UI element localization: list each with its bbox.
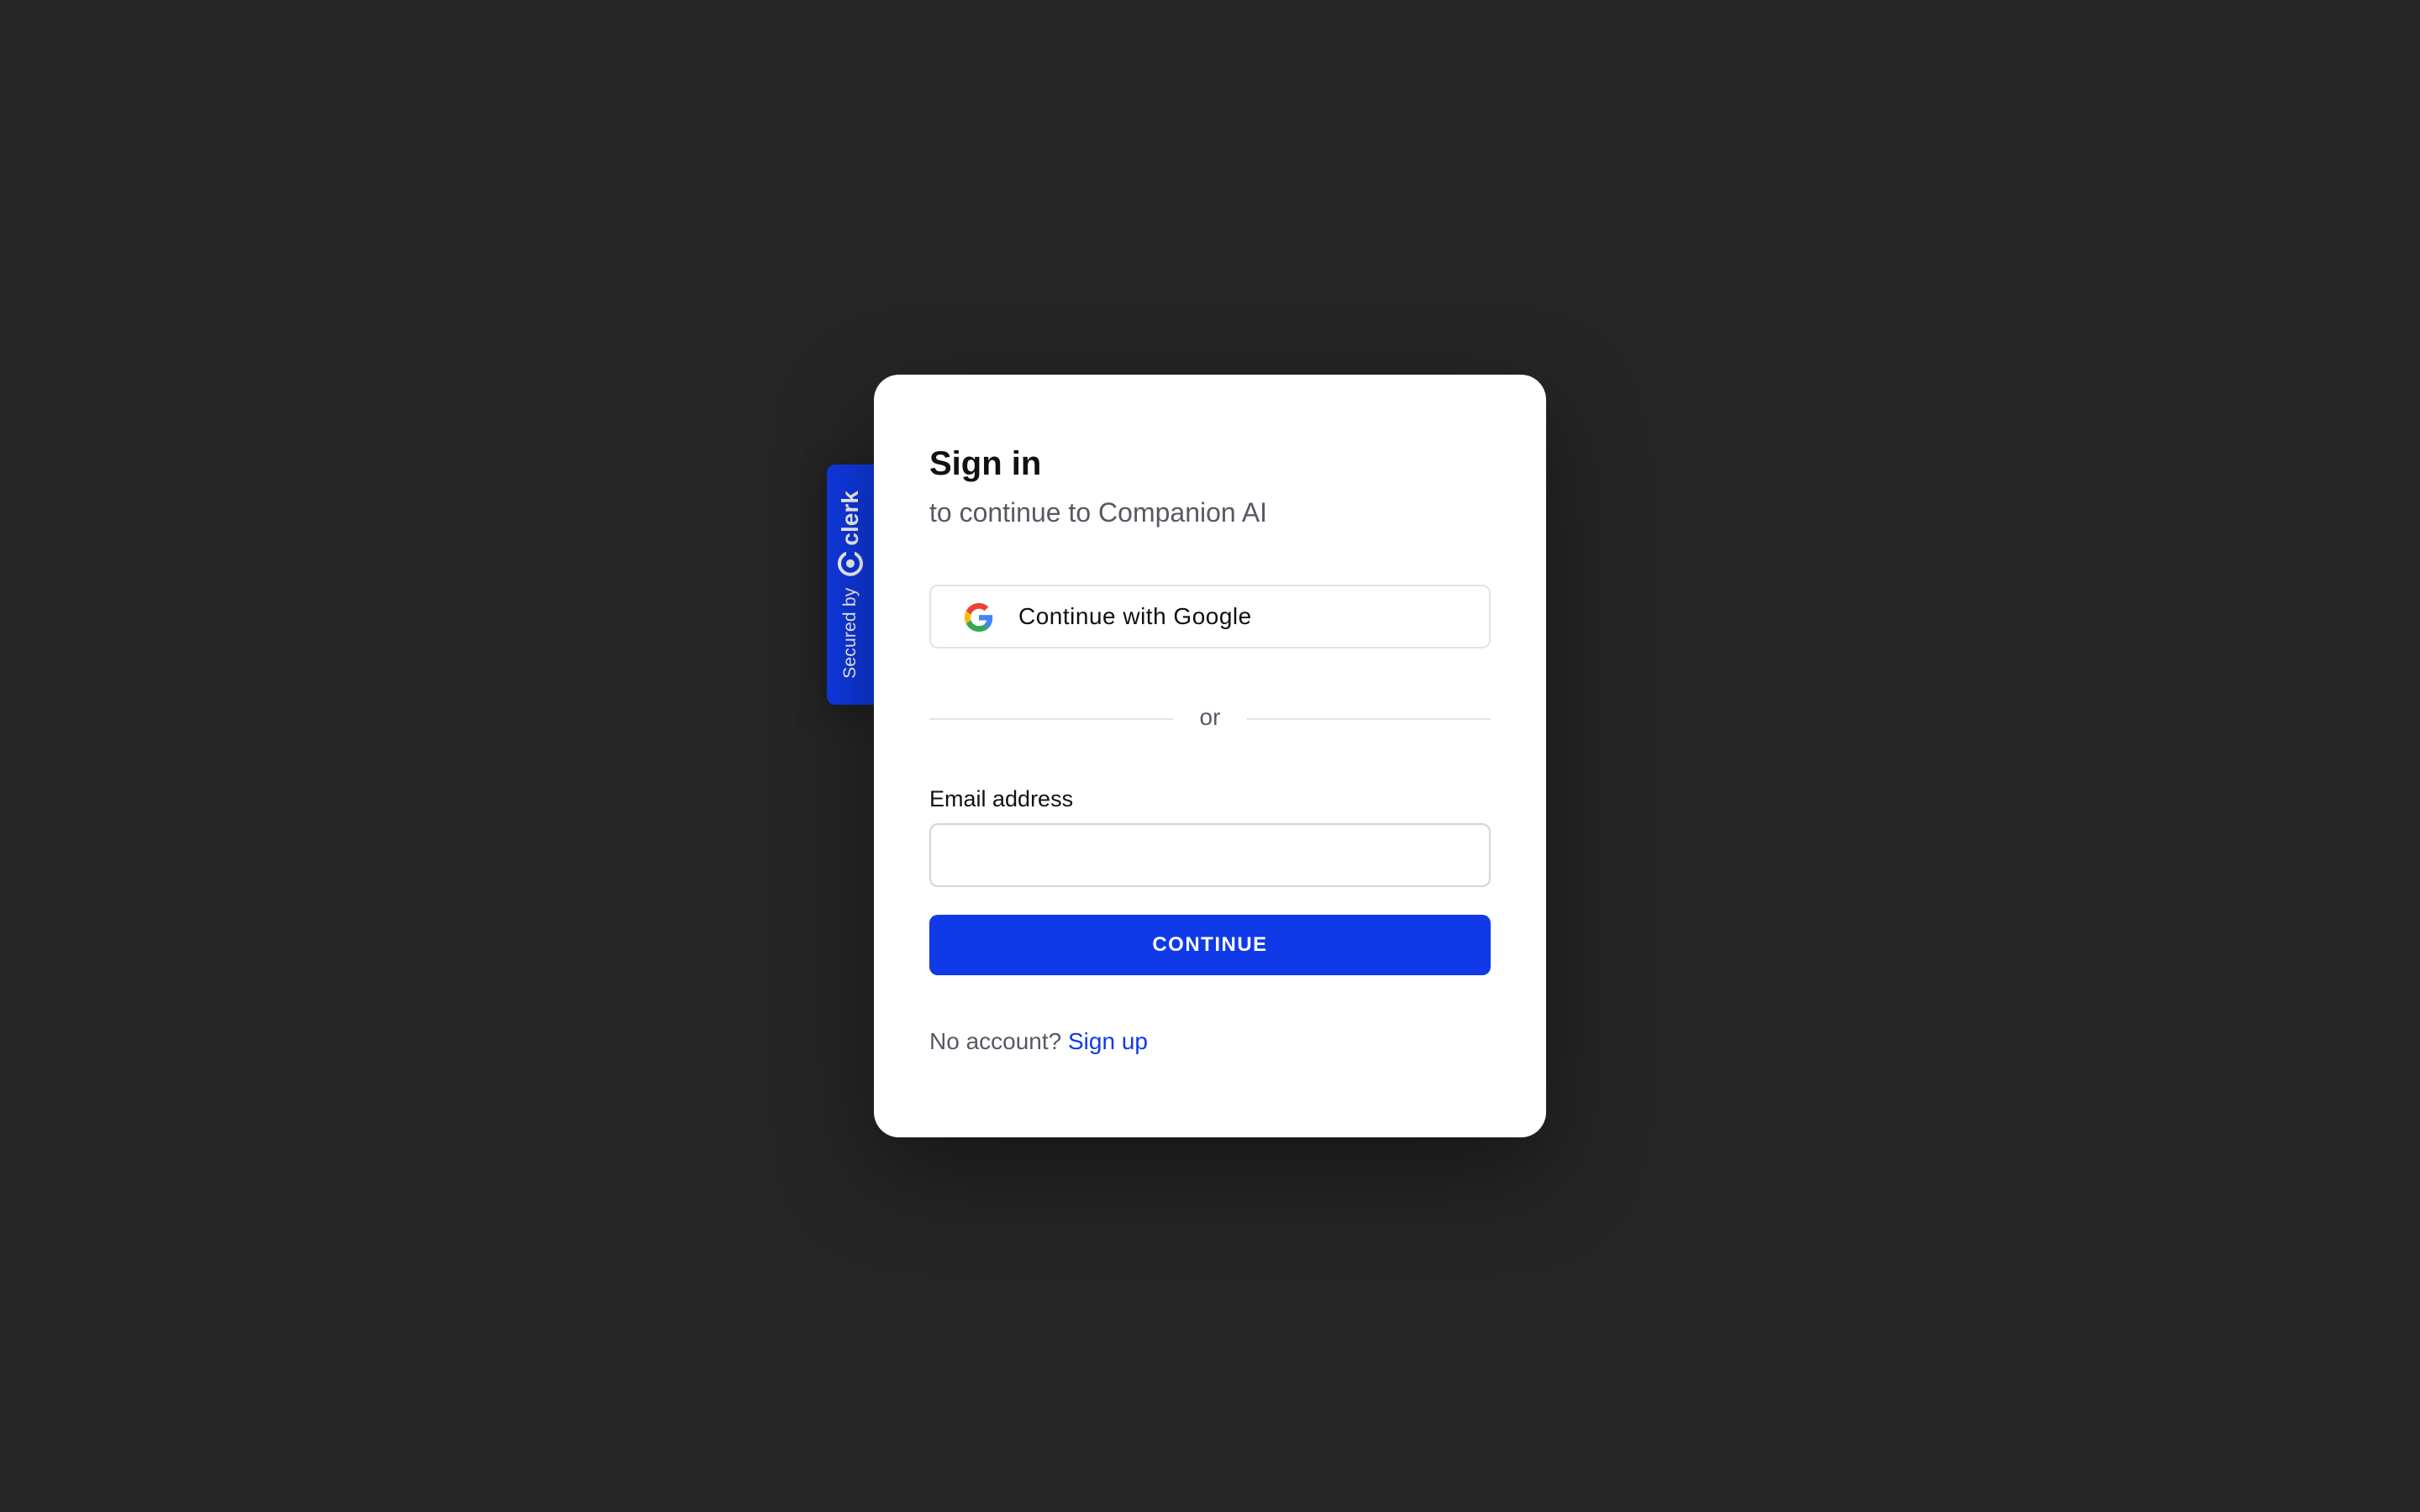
page: Secured by clerk Sign in to continue to … xyxy=(0,0,2420,1512)
sign-up-link[interactable]: Sign up xyxy=(1068,1028,1148,1054)
secured-by-clerk-badge[interactable]: Secured by clerk xyxy=(827,465,874,705)
google-icon xyxy=(965,603,993,632)
divider-text: or xyxy=(1199,704,1221,730)
email-label: Email address xyxy=(929,786,1074,811)
badge-brand-text: clerk xyxy=(837,491,863,546)
sign-in-card: Sign in to continue to Companion AI Cont… xyxy=(874,375,1546,1137)
page-title: Sign in xyxy=(929,445,1042,482)
sign-up-prompt: No account? Sign up xyxy=(929,1028,1148,1055)
page-subtitle: to continue to Companion AI xyxy=(929,497,1268,528)
no-account-text: No account? xyxy=(929,1028,1062,1054)
email-field[interactable] xyxy=(929,823,1491,887)
clerk-logo-icon xyxy=(838,550,863,576)
badge-content: Secured by clerk xyxy=(837,491,864,679)
google-button-label: Continue with Google xyxy=(1018,603,1252,629)
continue-button[interactable]: CONTINUE xyxy=(929,915,1491,975)
or-divider: or xyxy=(929,704,1491,734)
continue-with-google-button[interactable]: Continue with Google xyxy=(929,585,1491,648)
badge-secured-by-text: Secured by xyxy=(840,587,860,679)
badge-brand: clerk xyxy=(837,491,864,576)
divider-line-right xyxy=(1247,718,1491,720)
